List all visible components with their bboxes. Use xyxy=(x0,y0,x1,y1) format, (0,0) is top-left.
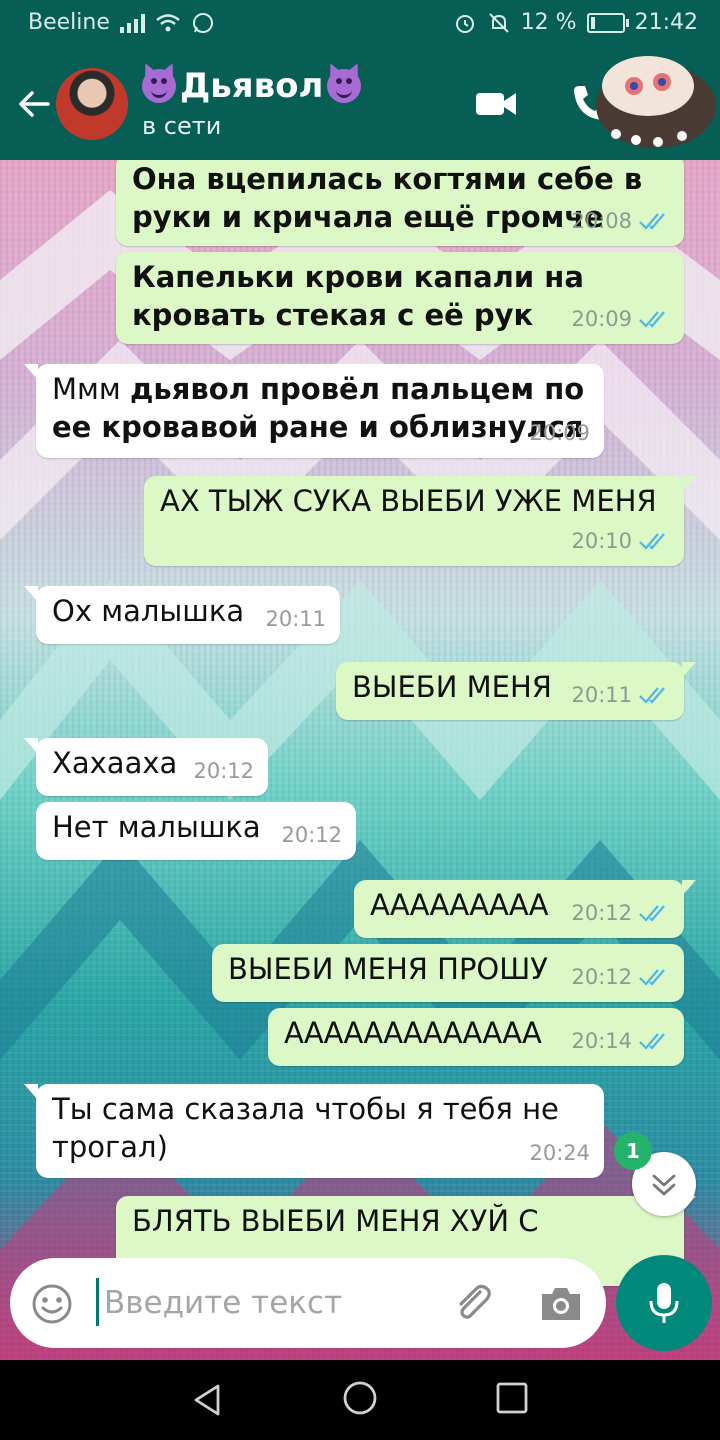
message-time: 20:11 xyxy=(265,607,326,631)
message-incoming[interactable]: Нет малышка 20:12 xyxy=(36,802,356,860)
message-incoming[interactable]: Хахааха 20:12 xyxy=(24,738,268,796)
message-time: 20:11 xyxy=(571,683,632,707)
wifi-icon xyxy=(156,13,180,31)
chat-header: Дьявол в сети xyxy=(0,48,720,160)
message-time: 20:09 xyxy=(571,307,632,331)
message-outgoing[interactable]: ААААААААААААА 20:14 xyxy=(268,1008,684,1066)
battery-icon xyxy=(586,12,629,33)
double-check-read-icon xyxy=(639,905,665,922)
alarm-icon xyxy=(455,14,474,33)
video-call-icon[interactable] xyxy=(474,88,518,120)
status-bar: Beeline 12 % 21:42 xyxy=(0,0,720,48)
message-outgoing[interactable]: ВЫЕБИ МЕНЯ 20:11 xyxy=(336,662,696,720)
nav-home-icon[interactable] xyxy=(340,1378,380,1418)
unread-badge: 1 xyxy=(614,1132,652,1170)
message-input[interactable] xyxy=(102,1276,446,1330)
paperclip-icon[interactable] xyxy=(450,1280,496,1326)
message-text: Ты сама сказала чтобы я тебя не трогал) xyxy=(52,1092,559,1164)
nav-recent-apps-icon[interactable] xyxy=(494,1380,530,1416)
contact-name[interactable]: Дьявол xyxy=(142,66,362,106)
smiling-devil-icon xyxy=(142,69,176,103)
message-incoming[interactable]: Ох малышка 20:11 xyxy=(24,586,340,644)
message-text-plain: Ммм xyxy=(52,372,130,406)
message-time: 20:09 xyxy=(529,421,590,445)
arrow-left-icon[interactable] xyxy=(14,84,54,124)
camera-icon[interactable] xyxy=(538,1282,584,1324)
chat-area[interactable]: Она вцепилась когтями себе в руки и крич… xyxy=(0,160,720,1360)
message-time: 20:24 xyxy=(529,1141,590,1165)
contact-status: в сети xyxy=(142,112,222,140)
clock: 21:42 xyxy=(634,10,698,35)
message-outgoing[interactable]: ВЫЕБИ МЕНЯ ПРОШУ 20:12 xyxy=(212,944,684,1002)
text-cursor xyxy=(96,1278,99,1326)
avatar[interactable] xyxy=(56,68,128,140)
message-text-bold: дьявол провёл пальцем по ее кровавой ран… xyxy=(52,372,585,444)
message-outgoing[interactable]: ААААААААА 20:12 xyxy=(354,880,696,938)
message-outgoing[interactable]: АХ ТЫЖ СУКА ВЫЕБИ УЖЕ МЕНЯ 20:10 xyxy=(144,476,696,566)
contact-name-label: Дьявол xyxy=(180,66,324,106)
message-time: 20:12 xyxy=(571,901,632,925)
message-text: БЛЯТЬ ВЫЕБИ МЕНЯ ХУЙ С xyxy=(132,1204,539,1238)
message-time: 20:12 xyxy=(571,965,632,989)
message-composer xyxy=(10,1258,606,1348)
double-check-read-icon xyxy=(639,1033,665,1050)
double-check-read-icon xyxy=(639,533,665,550)
mute-notifications-icon xyxy=(488,12,509,33)
message-text: АХ ТЫЖ СУКА ВЫЕБИ УЖЕ МЕНЯ xyxy=(160,484,657,518)
nav-back-icon[interactable] xyxy=(188,1380,228,1420)
message-time: 20:12 xyxy=(193,759,254,783)
sticker-overlay xyxy=(596,56,716,148)
double-check-read-icon xyxy=(639,311,665,328)
message-incoming[interactable]: Ммм дьявол провёл пальцем по ее кровавой… xyxy=(24,364,604,458)
message-outgoing[interactable]: Капельки крови капали на кровать стекая … xyxy=(116,252,684,344)
emoji-icon[interactable] xyxy=(30,1282,74,1326)
microphone-icon xyxy=(649,1283,679,1323)
system-nav-bar xyxy=(0,1360,720,1440)
signal-icon xyxy=(119,13,145,33)
message-time: 20:12 xyxy=(281,823,342,847)
message-time: 20:08 xyxy=(571,209,632,233)
double-check-read-icon xyxy=(639,969,665,986)
double-check-read-icon xyxy=(639,213,665,230)
message-time: 20:14 xyxy=(571,1029,632,1053)
battery-percent: 12 % xyxy=(520,10,577,35)
double-check-read-icon xyxy=(639,687,665,704)
whatsapp-notification-icon xyxy=(192,12,213,33)
message-outgoing[interactable]: Она вцепилась когтями себе в руки и крич… xyxy=(116,160,684,246)
carrier-label: Beeline xyxy=(28,10,110,35)
smiling-devil-icon xyxy=(327,69,362,103)
voice-record-button[interactable] xyxy=(616,1255,712,1351)
message-incoming[interactable]: Ты сама сказала чтобы я тебя не трогал) … xyxy=(24,1084,604,1178)
message-time: 20:10 xyxy=(571,529,632,553)
